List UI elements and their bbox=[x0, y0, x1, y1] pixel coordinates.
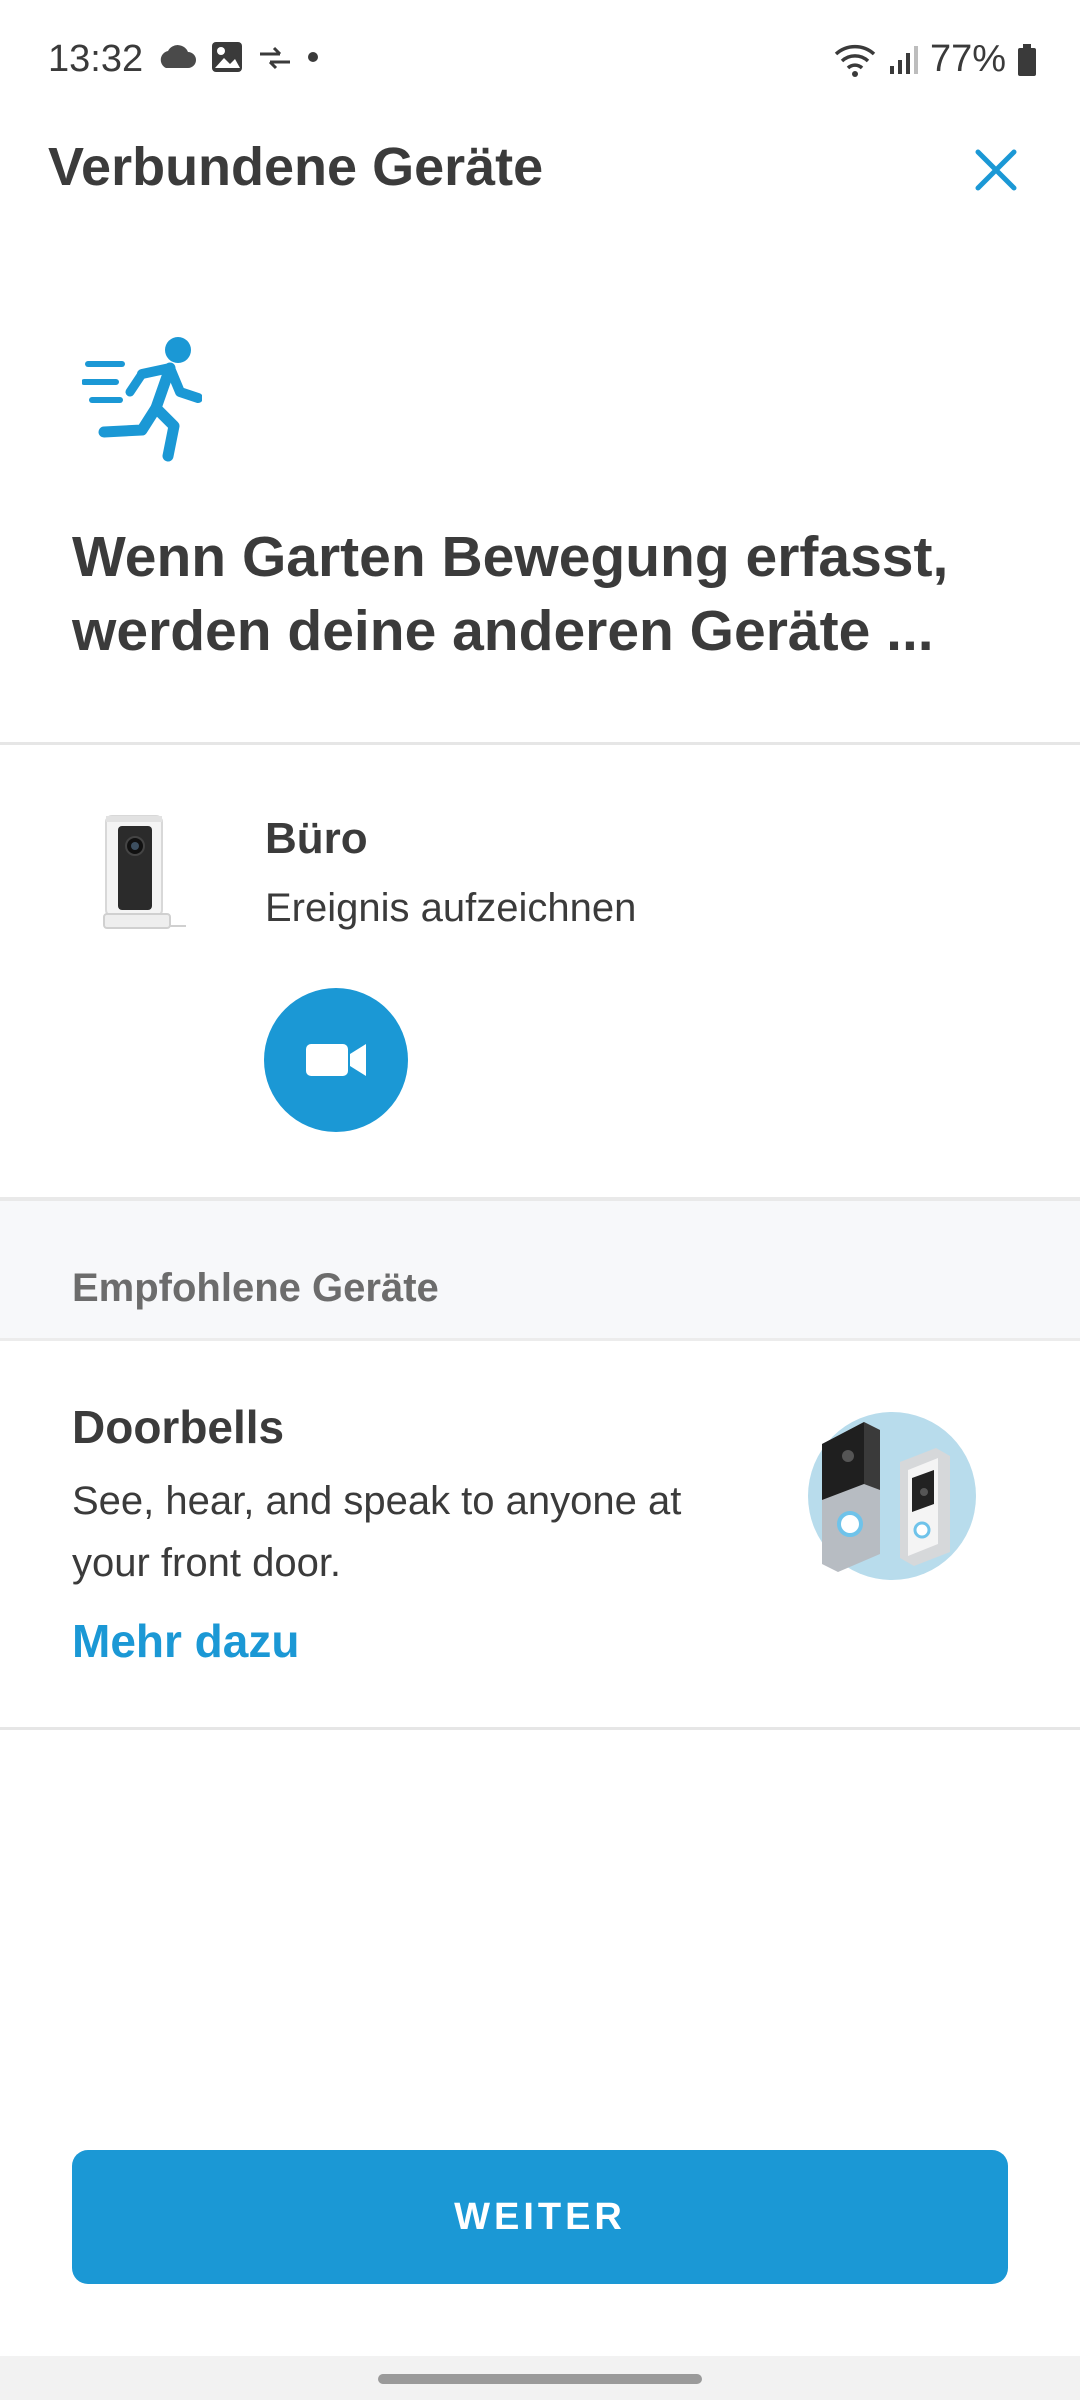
continue-button[interactable]: WEITER bbox=[72, 2150, 1008, 2284]
status-icons-right: 77% bbox=[832, 38, 1038, 81]
record-event-button[interactable] bbox=[264, 988, 408, 1132]
card-title: Doorbells bbox=[72, 1401, 285, 1453]
device-name: Büro bbox=[265, 814, 368, 863]
learn-more-link[interactable]: Mehr dazu bbox=[72, 1614, 299, 1668]
home-indicator[interactable] bbox=[378, 2374, 702, 2384]
divider bbox=[0, 742, 1080, 745]
running-person-icon bbox=[82, 337, 202, 462]
card-description: See, hear, and speak to anyone at your f… bbox=[72, 1479, 682, 1585]
recommended-title: Empfohlene Geräte bbox=[72, 1266, 439, 1310]
status-time: 13:32 bbox=[48, 38, 144, 80]
video-camera-icon bbox=[306, 1044, 366, 1076]
close-icon bbox=[975, 149, 1017, 191]
dot-icon bbox=[308, 52, 318, 62]
device-action-label: Ereignis aufzeichnen bbox=[265, 886, 637, 930]
wifi-icon bbox=[834, 44, 876, 77]
divider bbox=[0, 1727, 1080, 1730]
close-button[interactable] bbox=[966, 140, 1026, 200]
hero-description: Wenn Garten Bewegung erfasst, werden dei… bbox=[72, 525, 949, 663]
indoor-camera-image bbox=[103, 815, 186, 929]
battery-percent: 77% bbox=[929, 38, 1006, 80]
signal-icon bbox=[889, 45, 918, 74]
sync-arrows-icon bbox=[260, 46, 290, 70]
page-title: Verbundene Geräte bbox=[48, 137, 544, 197]
image-icon bbox=[212, 42, 242, 72]
status-bar: 13:32 77% bbox=[0, 0, 1080, 120]
battery-icon bbox=[1018, 43, 1036, 76]
status-icons-left bbox=[156, 40, 320, 74]
cloud-icon bbox=[160, 45, 196, 68]
doorbell-image bbox=[808, 1412, 976, 1580]
